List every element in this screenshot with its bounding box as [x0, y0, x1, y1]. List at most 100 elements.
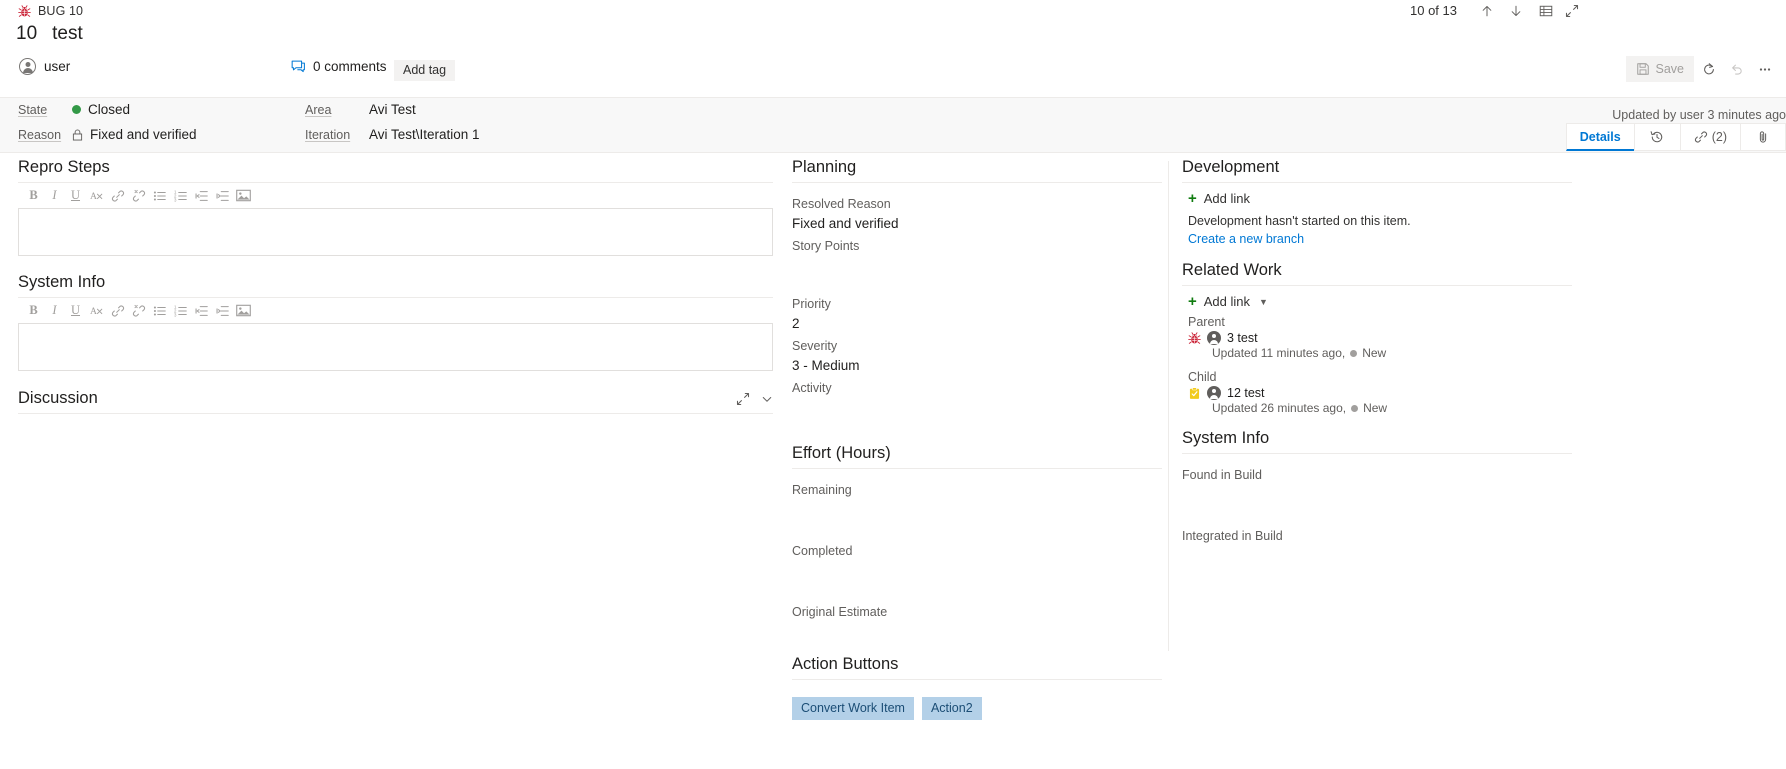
table-icon	[1539, 4, 1553, 18]
development-add-link-button[interactable]: + Add link	[1188, 191, 1572, 206]
completed-value	[792, 561, 1162, 581]
previous-item-button[interactable]	[1476, 1, 1498, 21]
image-icon[interactable]	[234, 186, 253, 205]
work-item-type-label: BUG 10	[38, 4, 83, 18]
repro-steps-input[interactable]	[18, 208, 773, 256]
clear-format-icon[interactable]: A	[87, 186, 106, 205]
svg-text:3: 3	[174, 197, 177, 202]
decrease-indent-icon[interactable]	[192, 301, 211, 320]
refresh-button[interactable]	[1696, 56, 1722, 82]
decrease-indent-icon[interactable]	[192, 186, 211, 205]
link-icon[interactable]	[108, 186, 127, 205]
development-add-link-label: Add link	[1204, 191, 1250, 206]
italic-icon[interactable]: I	[45, 301, 64, 320]
add-tag-button[interactable]: Add tag	[394, 60, 455, 81]
create-new-branch-link[interactable]: Create a new branch	[1188, 230, 1572, 248]
related-work-item-parent[interactable]: 3 test Updated 11 minutes ago, New	[1188, 331, 1572, 360]
system-info-input[interactable]	[18, 323, 773, 371]
expand-discussion-button[interactable]	[736, 392, 750, 406]
work-item-title-row: 10 test	[16, 23, 83, 45]
svg-text:A: A	[90, 306, 97, 317]
tab-details[interactable]: Details	[1566, 123, 1634, 151]
planning-group: Planning Resolved Reason Fixed and verif…	[792, 158, 1162, 418]
reason-value: Fixed and verified	[72, 127, 197, 142]
undo-button[interactable]	[1724, 56, 1750, 82]
repro-steps-group: Repro Steps B I U A	[18, 158, 773, 256]
system-info-right-rule	[1182, 453, 1572, 454]
work-item-title[interactable]: test	[52, 23, 83, 45]
underline-icon[interactable]: U	[66, 186, 85, 205]
numbered-list-icon[interactable]: 1 2 3	[171, 301, 190, 320]
convert-work-item-button[interactable]: Convert Work Item	[792, 697, 914, 720]
area-field[interactable]: Area Avi Test	[305, 102, 416, 117]
child-item-title[interactable]: 12 test	[1227, 386, 1265, 400]
field-priority[interactable]: Priority 2	[792, 294, 1162, 334]
parent-item-title[interactable]: 3 test	[1227, 331, 1258, 345]
related-work-rule	[1182, 285, 1572, 286]
avatar	[19, 58, 36, 75]
field-original-estimate[interactable]: Original Estimate	[792, 602, 1162, 642]
related-work-title: Related Work	[1182, 261, 1572, 285]
chevron-down-icon	[761, 393, 773, 405]
tab-attachments[interactable]	[1740, 123, 1786, 151]
clear-format-icon[interactable]: A	[87, 301, 106, 320]
field-severity[interactable]: Severity 3 - Medium	[792, 336, 1162, 376]
reason-field[interactable]: Reason Fixed and verified	[18, 127, 197, 142]
related-work-add-link-button[interactable]: + Add link ▼	[1188, 294, 1572, 309]
plus-icon: +	[1188, 191, 1197, 206]
expand-icon	[1565, 4, 1579, 18]
comments-button[interactable]: 0 comments	[291, 59, 387, 74]
field-found-in-build[interactable]: Found in Build	[1182, 465, 1572, 505]
discussion-group: Discussion	[18, 389, 773, 414]
action2-button[interactable]: Action2	[922, 697, 982, 720]
system-info-right-title: System Info	[1182, 429, 1572, 453]
system-info-group: System Info B I U A	[18, 273, 773, 371]
increase-indent-icon[interactable]	[213, 301, 232, 320]
field-integrated-in-build[interactable]: Integrated in Build	[1182, 526, 1572, 566]
link-icon[interactable]	[108, 301, 127, 320]
full-screen-button[interactable]	[1561, 1, 1583, 21]
underline-icon[interactable]: U	[66, 301, 85, 320]
middle-column: Planning Resolved Reason Fixed and verif…	[792, 153, 1162, 720]
image-icon[interactable]	[234, 301, 253, 320]
status-dot	[1350, 350, 1357, 357]
field-activity[interactable]: Activity	[792, 378, 1162, 418]
related-work-item-child[interactable]: 12 test Updated 26 minutes ago, New	[1188, 386, 1572, 415]
field-completed[interactable]: Completed	[792, 541, 1162, 581]
bullet-list-icon[interactable]	[150, 301, 169, 320]
iteration-field[interactable]: Iteration Avi Test\Iteration 1	[305, 127, 480, 142]
field-story-points[interactable]: Story Points	[792, 236, 1162, 276]
bullet-list-icon[interactable]	[150, 186, 169, 205]
iteration-label: Iteration	[305, 128, 369, 142]
reason-value-text: Fixed and verified	[90, 127, 197, 142]
collapse-discussion-button[interactable]	[761, 393, 773, 405]
discussion-title: Discussion	[18, 389, 98, 413]
work-item-form: BUG 10 10 test user 0 comments Add tag 1…	[0, 0, 1786, 769]
more-options-button[interactable]	[1752, 56, 1778, 82]
bold-icon[interactable]: B	[24, 186, 43, 205]
numbered-list-icon[interactable]: 1 2 3	[171, 186, 190, 205]
tab-links[interactable]: (2)	[1680, 123, 1740, 151]
state-field[interactable]: State Closed	[18, 102, 130, 117]
work-item-tabs: Details (2)	[1566, 123, 1786, 151]
field-resolved-reason[interactable]: Resolved Reason Fixed and verified	[792, 194, 1162, 234]
effort-title: Effort (Hours)	[792, 444, 1162, 468]
save-button[interactable]: Save	[1626, 56, 1695, 82]
severity-value: 3 - Medium	[792, 356, 1162, 376]
found-in-build-value	[1182, 485, 1572, 505]
open-in-grid-button[interactable]	[1535, 1, 1557, 21]
unlink-icon[interactable]	[129, 186, 148, 205]
original-estimate-label: Original Estimate	[792, 602, 1162, 622]
assigned-to-field[interactable]: user	[19, 58, 70, 75]
italic-icon[interactable]: I	[45, 186, 64, 205]
story-points-value	[792, 256, 1162, 276]
development-group: Development + Add link Development hasn'…	[1182, 158, 1572, 248]
field-remaining[interactable]: Remaining	[792, 480, 1162, 520]
increase-indent-icon[interactable]	[213, 186, 232, 205]
bold-icon[interactable]: B	[24, 301, 43, 320]
attachment-icon	[1756, 130, 1770, 144]
tab-history[interactable]	[1634, 123, 1680, 151]
next-item-button[interactable]	[1505, 1, 1527, 21]
unlink-icon[interactable]	[129, 301, 148, 320]
pager-label: 10 of 13	[1410, 3, 1457, 18]
